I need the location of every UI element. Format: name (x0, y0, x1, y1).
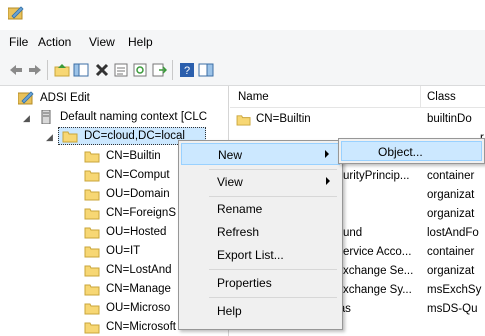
folder-icon (84, 151, 100, 163)
context-menu: New View Rename Refresh Export List... P… (178, 140, 343, 330)
folder-icon (84, 265, 100, 277)
export-list-icon[interactable] (151, 62, 167, 78)
properties-icon[interactable] (113, 62, 129, 78)
context-menu-export-list[interactable]: Export List... (181, 244, 340, 266)
tree-node-label: CN=Builtin (106, 150, 161, 162)
tree-node-label: DC=cloud,DC=local (84, 130, 185, 142)
folder-icon (84, 322, 100, 334)
show-hide-tree-icon[interactable] (73, 62, 89, 78)
forward-arrow-icon[interactable] (27, 62, 43, 78)
tree-node-label: CN=LostAnd (106, 264, 172, 276)
context-menu-new[interactable]: New (181, 143, 340, 165)
folder-icon (84, 246, 100, 258)
tree-node-label: OU=Domain (106, 188, 170, 200)
folder-icon (236, 115, 251, 126)
context-menu-help[interactable]: Help (181, 300, 340, 322)
list-cell-name: CN=Builtin (256, 113, 311, 125)
folder-icon (84, 303, 100, 315)
submenu-object[interactable]: Object... (341, 141, 482, 161)
expand-arrow-icon[interactable]: ◢ (23, 113, 30, 124)
submenu-arrow-icon (326, 177, 330, 185)
list-cell-class: msDS-Qu (427, 303, 478, 315)
list-cell-name: und (343, 227, 363, 239)
expand-arrow-icon[interactable]: ◢ (46, 132, 53, 143)
menu-help[interactable]: Help (128, 35, 153, 49)
column-header-name[interactable]: Name (238, 91, 269, 103)
tree-node-label: CN=Comput (106, 169, 170, 181)
adsi-edit-icon (18, 91, 34, 105)
help-icon[interactable]: ? (179, 62, 195, 78)
submenu-arrow-icon (325, 150, 329, 158)
up-folder-icon[interactable] (54, 62, 70, 78)
action-pane-icon[interactable] (198, 62, 214, 78)
menu-item-label: Refresh (217, 225, 260, 239)
new-submenu: Object... (338, 138, 485, 164)
delete-icon[interactable] (94, 62, 110, 78)
menu-item-label: Object... (378, 145, 423, 159)
svg-text:?: ? (184, 65, 190, 77)
title-bar (0, 0, 485, 30)
tree-node-label: OU=IT (106, 245, 141, 257)
folder-icon (84, 227, 100, 239)
list-cell-class: lostAndFo (427, 227, 479, 239)
list-row[interactable]: CN=Builtin builtinDo (230, 110, 485, 129)
tree-node-label: OU=Hosted (106, 226, 167, 238)
menu-item-label: Rename (217, 202, 263, 216)
tree-node-naming-context[interactable]: Default naming context [CLC (38, 109, 228, 126)
menu-item-label: Help (217, 304, 242, 318)
list-cell-name: xchange Sy... (343, 284, 412, 296)
list-cell-name: ervice Acco... (343, 246, 412, 258)
tree-node-root[interactable]: ADSI Edit (18, 90, 218, 107)
context-menu-properties[interactable]: Properties (181, 272, 340, 294)
list-cell-class: organizat (427, 265, 475, 277)
context-menu-refresh[interactable]: Refresh (181, 221, 340, 243)
list-cell-class: organizat (427, 208, 475, 220)
folder-icon (84, 208, 100, 220)
menu-item-label: Export List... (217, 248, 284, 262)
folder-icon (84, 170, 100, 182)
tree-node-label: ADSI Edit (40, 92, 90, 104)
menu-file[interactable]: File (9, 35, 28, 49)
toolbar: ? (0, 54, 485, 86)
back-arrow-icon[interactable] (8, 62, 24, 78)
tree-node-label: Default naming context [CLC (60, 111, 208, 123)
context-menu-view[interactable]: View (181, 171, 340, 193)
list-cell-class: container (427, 170, 475, 182)
list-cell-class: builtinDo (427, 113, 472, 125)
menu-item-label: View (217, 175, 243, 189)
list-cell-name: urityPrincip... (343, 170, 410, 182)
menu-item-label: New (218, 148, 243, 162)
list-cell-class: organizat (427, 189, 475, 201)
adsi-edit-app-icon (8, 6, 24, 20)
tree-node-label: CN=Manage (106, 283, 171, 295)
list-cell-class: container (427, 246, 475, 258)
folder-icon (84, 189, 100, 201)
menu-bar: File Action View Help (0, 30, 485, 54)
refresh-icon[interactable] (132, 62, 148, 78)
menu-item-label: Properties (217, 276, 272, 290)
menu-action[interactable]: Action (38, 35, 71, 49)
column-header-class[interactable]: Class (427, 91, 456, 103)
context-menu-rename[interactable]: Rename (181, 198, 340, 220)
server-icon (41, 110, 51, 124)
menu-view[interactable]: View (89, 35, 115, 49)
folder-open-icon (62, 131, 78, 143)
folder-icon (84, 284, 100, 296)
tree-node-label: CN=ForeignS (106, 207, 176, 219)
list-header: Name Class (230, 86, 485, 108)
list-cell-class: msExchSy (427, 284, 482, 296)
list-cell-name: xchange Se... (343, 265, 414, 277)
tree-node-label: OU=Microso (106, 302, 171, 314)
